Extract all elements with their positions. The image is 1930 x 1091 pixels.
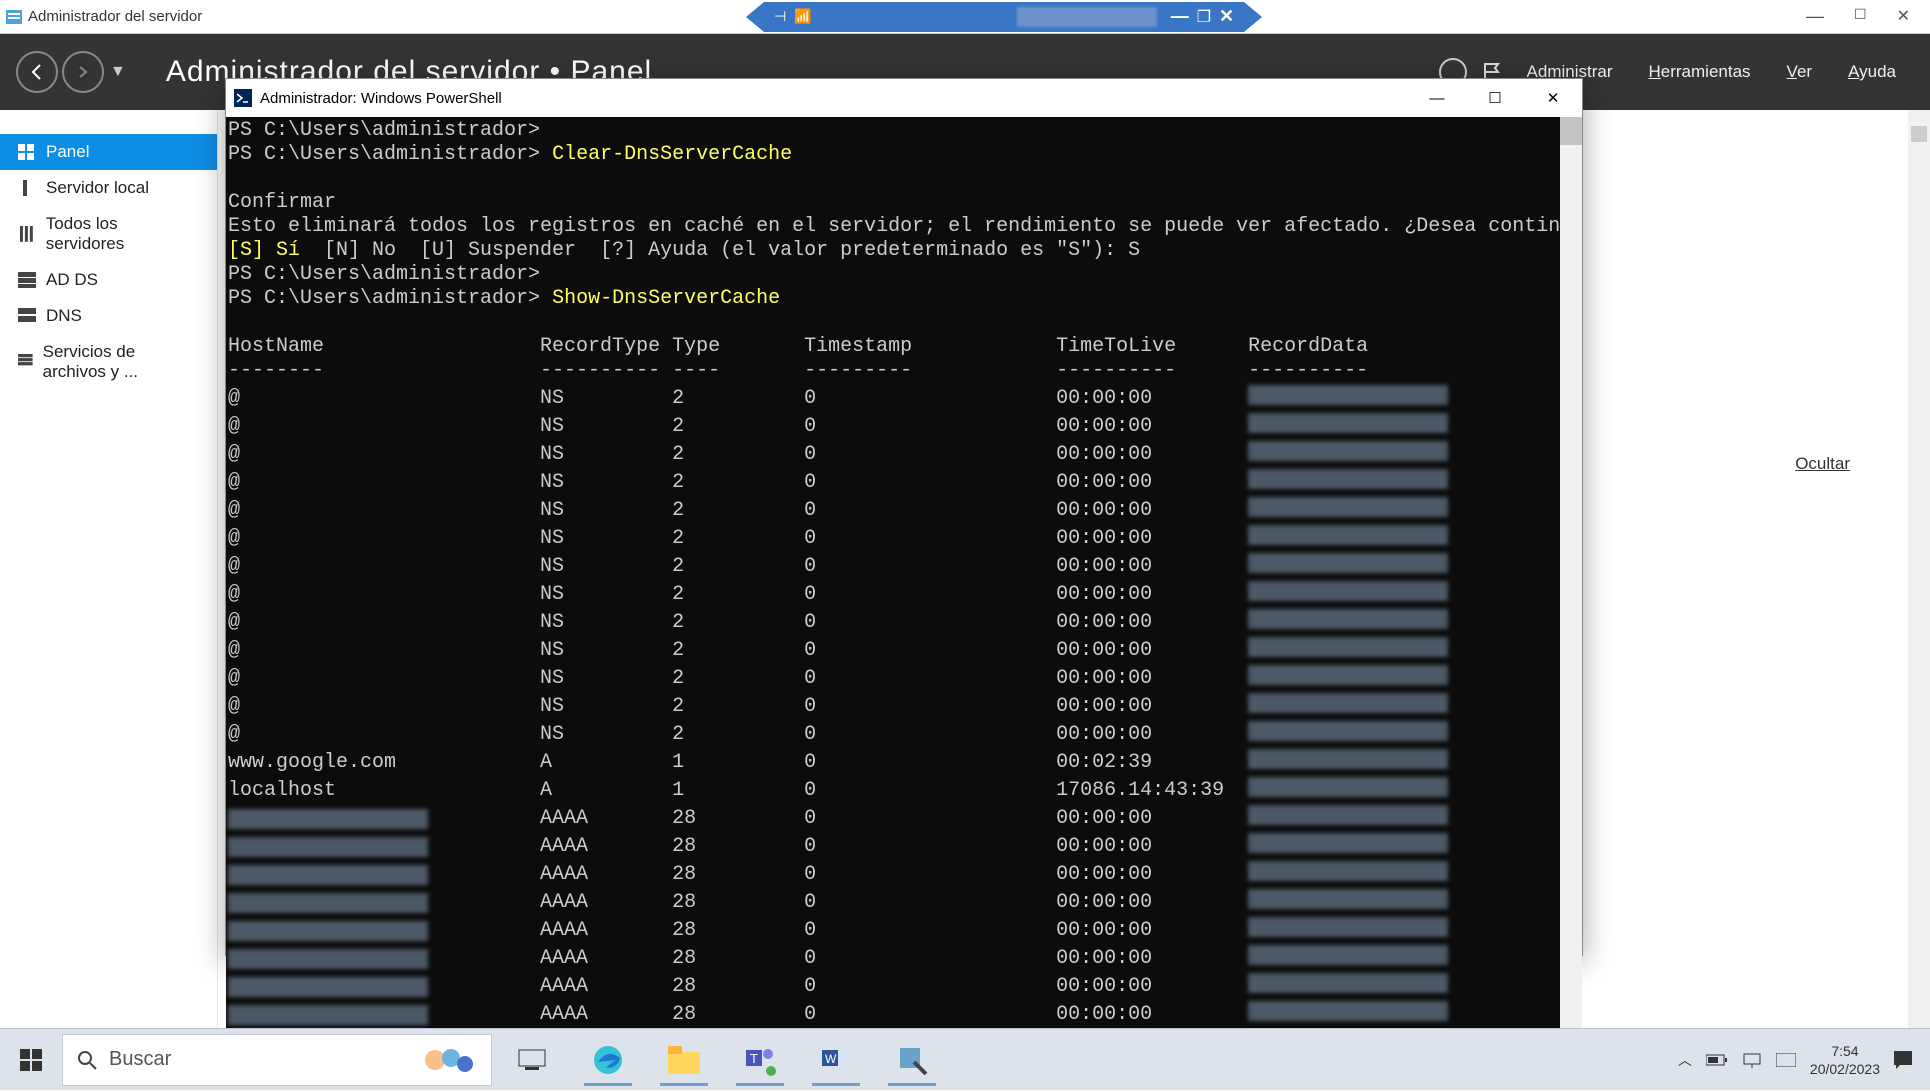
vm-name-redacted [1017, 7, 1157, 27]
hide-link[interactable]: Ocultar [1795, 454, 1850, 474]
sidebar-item-file-services[interactable]: Servicios de archivos y ... [0, 334, 217, 390]
start-button[interactable] [0, 1029, 62, 1091]
signal-icon: 📶 [794, 8, 811, 25]
powershell-scrollbar[interactable] [1560, 117, 1582, 1033]
outer-close-button[interactable]: ✕ [1897, 6, 1910, 27]
servers-icon [18, 226, 36, 242]
outer-minimize-button[interactable]: — [1806, 6, 1824, 27]
ps-close-button[interactable]: ✕ [1524, 79, 1582, 117]
vm-close-icon[interactable]: ✕ [1219, 6, 1234, 27]
sidebar-item-label: DNS [46, 306, 82, 326]
powershell-titlebar[interactable]: Administrador: Windows PowerShell — ☐ ✕ [226, 79, 1582, 117]
outer-window-title: Administrador del servidor [28, 8, 202, 25]
taskbar-app-teams[interactable]: T [730, 1034, 790, 1086]
tray-overflow-icon[interactable]: ︿ [1678, 1050, 1692, 1070]
taskbar-app-edge[interactable] [578, 1034, 638, 1086]
files-icon [18, 354, 33, 370]
nav-forward-button[interactable] [62, 51, 104, 93]
taskbar: Buscar T W ︿ 7:54 20/02/2023 [0, 1028, 1930, 1090]
tray-notifications-icon[interactable] [1894, 1051, 1912, 1069]
sidebar: Panel Servidor local Todos los servidore… [0, 110, 218, 1028]
svg-text:T: T [750, 1051, 758, 1066]
search-placeholder: Buscar [109, 1048, 171, 1071]
sidebar-item-label: Servidor local [46, 178, 149, 198]
tray-battery-icon[interactable] [1706, 1053, 1728, 1067]
menu-view[interactable]: Ver [1787, 62, 1813, 82]
vm-minimize-icon[interactable]: — [1171, 6, 1189, 27]
nav-history-dropdown[interactable]: ▼ [110, 63, 126, 81]
task-view-button[interactable] [502, 1034, 562, 1086]
system-tray: ︿ 7:54 20/02/2023 [1678, 1042, 1930, 1078]
tray-input-icon[interactable] [1776, 1053, 1796, 1067]
adds-icon [18, 272, 36, 288]
search-highlights-icon[interactable] [421, 1040, 477, 1080]
sidebar-item-panel[interactable]: Panel [0, 134, 217, 170]
dashboard-icon [18, 144, 36, 160]
taskbar-app-explorer[interactable] [654, 1034, 714, 1086]
powershell-icon [234, 89, 252, 107]
taskbar-app-server-manager[interactable] [882, 1034, 942, 1086]
vm-restore-icon[interactable]: ❐ [1197, 7, 1211, 27]
sidebar-item-label: Todos los servidores [46, 214, 199, 254]
sidebar-item-all-servers[interactable]: Todos los servidores [0, 206, 217, 262]
server-manager-icon [6, 8, 22, 26]
tray-date[interactable]: 20/02/2023 [1810, 1060, 1880, 1078]
menu-help[interactable]: Ayuda [1848, 62, 1896, 82]
powershell-title-text: Administrador: Windows PowerShell [260, 90, 502, 107]
taskbar-app-word[interactable]: W [806, 1034, 866, 1086]
nav-back-button[interactable] [16, 51, 58, 93]
vm-connection-bar[interactable]: ⊣ 📶 — ❐ ✕ [764, 2, 1244, 32]
ps-maximize-button[interactable]: ☐ [1466, 79, 1524, 117]
powershell-window: Administrador: Windows PowerShell — ☐ ✕ … [225, 78, 1583, 956]
content-scrollbar[interactable] [1908, 110, 1930, 1028]
sidebar-item-local-server[interactable]: Servidor local [0, 170, 217, 206]
pin-icon[interactable]: ⊣ [774, 8, 786, 25]
sidebar-item-adds[interactable]: AD DS [0, 262, 217, 298]
sidebar-item-label: AD DS [46, 270, 98, 290]
sidebar-item-label: Servicios de archivos y ... [43, 342, 199, 382]
dns-icon [18, 308, 36, 324]
tray-network-icon[interactable] [1742, 1052, 1762, 1068]
server-icon [18, 180, 36, 196]
powershell-console[interactable]: PS C:\Users\administrador> PS C:\Users\a… [226, 117, 1560, 1033]
outer-title-bar: Administrador del servidor ⊣ 📶 — ❐ ✕ — ☐… [0, 0, 1930, 34]
sidebar-item-label: Panel [46, 142, 89, 162]
main-menu: Administrar Herramientas Ver Ayuda [1527, 62, 1914, 82]
svg-text:W: W [825, 1052, 837, 1066]
ps-minimize-button[interactable]: — [1408, 79, 1466, 117]
tray-time[interactable]: 7:54 [1831, 1042, 1858, 1060]
taskbar-search[interactable]: Buscar [62, 1034, 492, 1086]
outer-maximize-button[interactable]: ☐ [1854, 6, 1867, 27]
search-icon [77, 1050, 97, 1070]
menu-tools[interactable]: Herramientas [1649, 62, 1751, 82]
sidebar-item-dns[interactable]: DNS [0, 298, 217, 334]
